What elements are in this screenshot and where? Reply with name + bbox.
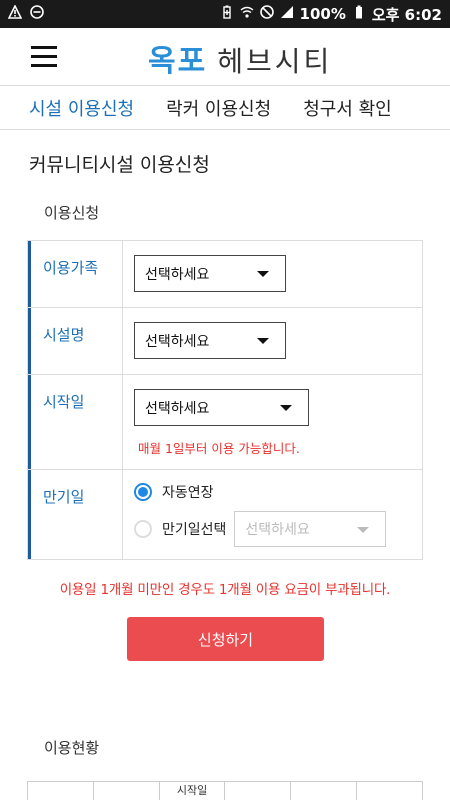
start-select-value: 선택하세요 <box>145 400 210 417</box>
form-row-facility: 시설명 선택하세요 <box>28 308 422 375</box>
tab-bill-check[interactable]: 청구서 확인 <box>303 95 392 121</box>
family-label: 이용가족 <box>28 241 123 307</box>
status-bar: 100% 오후 6:02 <box>0 0 450 28</box>
app-header: 옥포 헤브시티 <box>0 28 450 86</box>
radio-selected-icon[interactable] <box>134 483 152 501</box>
logo[interactable]: 옥포 헤브시티 <box>148 36 332 80</box>
start-label: 시작일 <box>28 375 123 469</box>
expiry-label: 만기일 <box>28 470 123 559</box>
radio-select-label: 만기일선택 <box>162 522 227 538</box>
start-date-note: 매월 1일부터 이용 가능합니다. <box>138 441 300 456</box>
tab-locker-apply[interactable]: 락커 이용신청 <box>166 95 271 121</box>
signal-icon <box>280 5 294 23</box>
block-icon <box>30 5 44 23</box>
menu-icon[interactable] <box>31 46 57 67</box>
facility-select[interactable]: 선택하세요 <box>134 322 286 359</box>
radio-unselected-icon[interactable] <box>134 520 152 538</box>
battery-percent: 100% <box>299 5 346 23</box>
fee-warning: 이용일 1개월 미만인 경우도 1개월 이용 요금이 부과됩니다. <box>59 582 391 598</box>
chevron-down-icon <box>357 527 370 533</box>
start-date-select[interactable]: 선택하세요 <box>134 389 309 426</box>
battery-saver-icon <box>220 5 234 23</box>
table-header-cell <box>291 782 358 800</box>
chevron-down-icon <box>257 338 269 344</box>
family-select[interactable]: 선택하세요 <box>134 255 286 292</box>
table-header-start: 시작일 <box>160 782 226 800</box>
family-select-value: 선택하세요 <box>145 266 210 283</box>
table-header-cell <box>225 782 292 800</box>
apply-section-title: 이용신청 <box>44 204 100 222</box>
chevron-down-icon <box>280 405 292 411</box>
clock: 오후 6:02 <box>371 5 442 24</box>
battery-icon <box>352 5 366 23</box>
tab-facility-apply[interactable]: 시설 이용신청 <box>29 95 134 121</box>
radio-select-expiry[interactable]: 만기일선택 선택하세요 <box>134 511 422 547</box>
radio-auto-label: 자동연장 <box>162 485 214 501</box>
table-header-cell <box>28 782 94 800</box>
status-section-title: 이용현황 <box>44 739 100 757</box>
status-table-header: 시작일 <box>27 781 423 800</box>
facility-select-value: 선택하세요 <box>145 333 210 350</box>
table-header-cell <box>94 782 160 800</box>
radio-auto-extend[interactable]: 자동연장 <box>134 482 422 502</box>
wifi-icon <box>240 5 254 23</box>
warning-icon <box>8 5 22 23</box>
chevron-down-icon <box>257 271 269 277</box>
logo-secondary: 헤브시티 <box>217 45 333 78</box>
apply-form: 이용가족 선택하세요 시설명 선택하세요 시작일 선택하세요 매월 1일부터 이… <box>27 240 423 560</box>
form-row-expiry: 만기일 자동연장 만기일선택 선택하세요 <box>28 470 422 559</box>
dnd-icon <box>259 5 274 23</box>
submit-button[interactable]: 신청하기 <box>127 617 324 661</box>
tab-bar: 시설 이용신청 락커 이용신청 청구서 확인 <box>0 86 450 130</box>
facility-label: 시설명 <box>28 308 123 374</box>
expiry-date-select[interactable]: 선택하세요 <box>234 511 387 547</box>
page-title: 커뮤니티시설 이용신청 <box>29 154 210 176</box>
form-row-family: 이용가족 선택하세요 <box>28 241 422 308</box>
form-row-start: 시작일 선택하세요 매월 1일부터 이용 가능합니다. <box>28 375 422 470</box>
logo-primary: 옥포 <box>148 44 208 79</box>
table-header-cell <box>357 782 422 800</box>
expiry-select-value: 선택하세요 <box>245 522 310 538</box>
